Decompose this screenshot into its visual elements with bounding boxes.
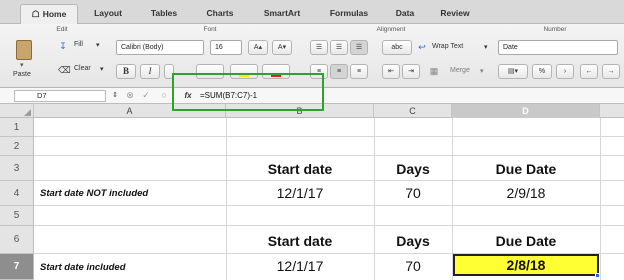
tab-home[interactable]: ☖ Home [20, 4, 78, 25]
row-header-1[interactable]: 1 [0, 118, 34, 137]
clear-label: Clear [74, 65, 91, 72]
cell-c7[interactable]: 70 [374, 255, 452, 277]
cell-d7-selected[interactable]: 2/8/18 [453, 254, 599, 276]
grid-row-1 [34, 118, 624, 137]
cell-a7[interactable]: Start date included [40, 257, 226, 279]
eraser-icon: ⌫ [58, 65, 71, 75]
cell-b6[interactable]: Start date [226, 229, 374, 253]
merge-button[interactable]: ▦ Merge ▾ [428, 64, 488, 79]
column-divider-de [600, 118, 601, 280]
grid-row-2 [34, 137, 624, 156]
formula-callout-box [172, 73, 324, 111]
tab-tables[interactable]: Tables [142, 4, 186, 24]
insert-function-icon[interactable]: ○ [158, 89, 170, 101]
tab-formulas[interactable]: Formulas [322, 4, 376, 24]
merge-label: Merge [450, 67, 470, 74]
font-name-dropdown[interactable]: Calibri (Body) [116, 40, 204, 55]
fill-handle[interactable] [595, 273, 600, 278]
italic-button[interactable]: I [140, 64, 160, 79]
shrink-font-button[interactable]: A▾ [272, 40, 292, 55]
grow-font-button[interactable]: A▴ [248, 40, 268, 55]
tab-layout[interactable]: Layout [86, 4, 130, 24]
confirm-icon[interactable]: ✓ [140, 89, 152, 101]
row-header-2[interactable]: 2 [0, 137, 34, 156]
paste-label: Paste [13, 71, 31, 78]
tab-charts[interactable]: Charts [198, 4, 242, 24]
group-title-font: Font [203, 26, 217, 33]
wrap-text-icon: ↩ [418, 42, 426, 52]
decrease-decimal-button[interactable]: → [602, 64, 620, 79]
name-box[interactable]: D7 [14, 90, 106, 102]
home-icon: ☖ [31, 9, 40, 19]
align-middle-button[interactable]: ☰ [330, 40, 348, 55]
row-header-4[interactable]: 4 [0, 181, 34, 206]
font-size-dropdown[interactable]: 16 [210, 40, 242, 55]
row-header-6[interactable]: 6 [0, 226, 34, 254]
fill-button[interactable]: ↧ Fill ▾ [58, 40, 106, 54]
name-box-stepper-icon[interactable]: ⇕ [110, 90, 120, 102]
currency-format-button[interactable]: ▤▾ [498, 64, 528, 79]
cell-b7[interactable]: 12/1/17 [226, 255, 374, 277]
fill-down-icon: ↧ [59, 41, 67, 51]
tab-smartart[interactable]: SmartArt [254, 4, 310, 24]
number-format-dropdown[interactable]: Date [498, 40, 618, 55]
bold-button[interactable]: B [116, 64, 136, 79]
paste-dropdown-icon: ▾ [20, 62, 24, 69]
cell-d4[interactable]: 2/9/18 [452, 182, 600, 204]
fill-label: Fill [74, 41, 83, 48]
align-right-button[interactable]: ≡ [350, 64, 368, 79]
select-all-corner[interactable] [0, 104, 34, 118]
wrap-text-label: Wrap Text [432, 43, 464, 50]
cell-c6[interactable]: Days [374, 229, 452, 253]
comma-style-button[interactable]: › [556, 64, 574, 79]
fill-dropdown-icon: ▾ [96, 42, 100, 49]
cell-a4[interactable]: Start date NOT included [40, 183, 226, 205]
cell-d3[interactable]: Due Date [452, 158, 600, 180]
tab-data[interactable]: Data [388, 4, 422, 24]
align-top-button[interactable]: ☰ [310, 40, 328, 55]
increase-decimal-button[interactable]: ← [580, 64, 598, 79]
cell-d6[interactable]: Due Date [452, 229, 600, 253]
merge-icon: ▦ [429, 66, 439, 76]
column-header-c[interactable]: C [374, 104, 452, 118]
name-box-value: D7 [37, 91, 47, 100]
row-header-3[interactable]: 3 [0, 156, 34, 181]
cell-b3[interactable]: Start date [226, 158, 374, 180]
column-header-e-partial[interactable] [600, 104, 624, 118]
abc-label: abc [391, 44, 403, 51]
row-header-5[interactable]: 5 [0, 206, 34, 226]
column-header-d[interactable]: D [452, 104, 600, 118]
grid-row-5 [34, 206, 624, 226]
wrap-text-dropdown-icon: ▾ [484, 44, 488, 51]
text-orientation-button[interactable]: abc [382, 40, 412, 55]
tab-review[interactable]: Review [432, 4, 478, 24]
percent-button[interactable]: % [532, 64, 552, 79]
clipboard-icon [16, 40, 32, 60]
cancel-icon[interactable]: ⊗ [124, 89, 136, 101]
tab-home-label: Home [42, 9, 67, 19]
group-title-alignment: Alignment [376, 26, 406, 33]
cell-c4[interactable]: 70 [374, 182, 452, 204]
cell-c3[interactable]: Days [374, 158, 452, 180]
increase-indent-button[interactable]: ⇥ [402, 64, 420, 79]
merge-dropdown-icon: ▾ [480, 68, 484, 75]
align-center-button[interactable]: ≡ [330, 64, 348, 79]
decrease-indent-button[interactable]: ⇤ [382, 64, 400, 79]
align-bottom-button[interactable]: ☰ [350, 40, 368, 55]
group-title-number: Number [543, 26, 567, 33]
paste-button[interactable]: ▾ Paste [12, 38, 38, 82]
wrap-text-button[interactable]: ↩ Wrap Text ▾ [416, 40, 494, 55]
clear-button[interactable]: ⌫ Clear ▾ [58, 64, 110, 78]
cell-b4[interactable]: 12/1/17 [226, 182, 374, 204]
group-title-edit: Edit [56, 26, 68, 33]
ribbon-tab-bar: ☖ Home Layout Tables Charts SmartArt Form… [0, 0, 624, 25]
clear-dropdown-icon: ▾ [100, 66, 104, 73]
row-header-7[interactable]: 7 [0, 254, 34, 280]
